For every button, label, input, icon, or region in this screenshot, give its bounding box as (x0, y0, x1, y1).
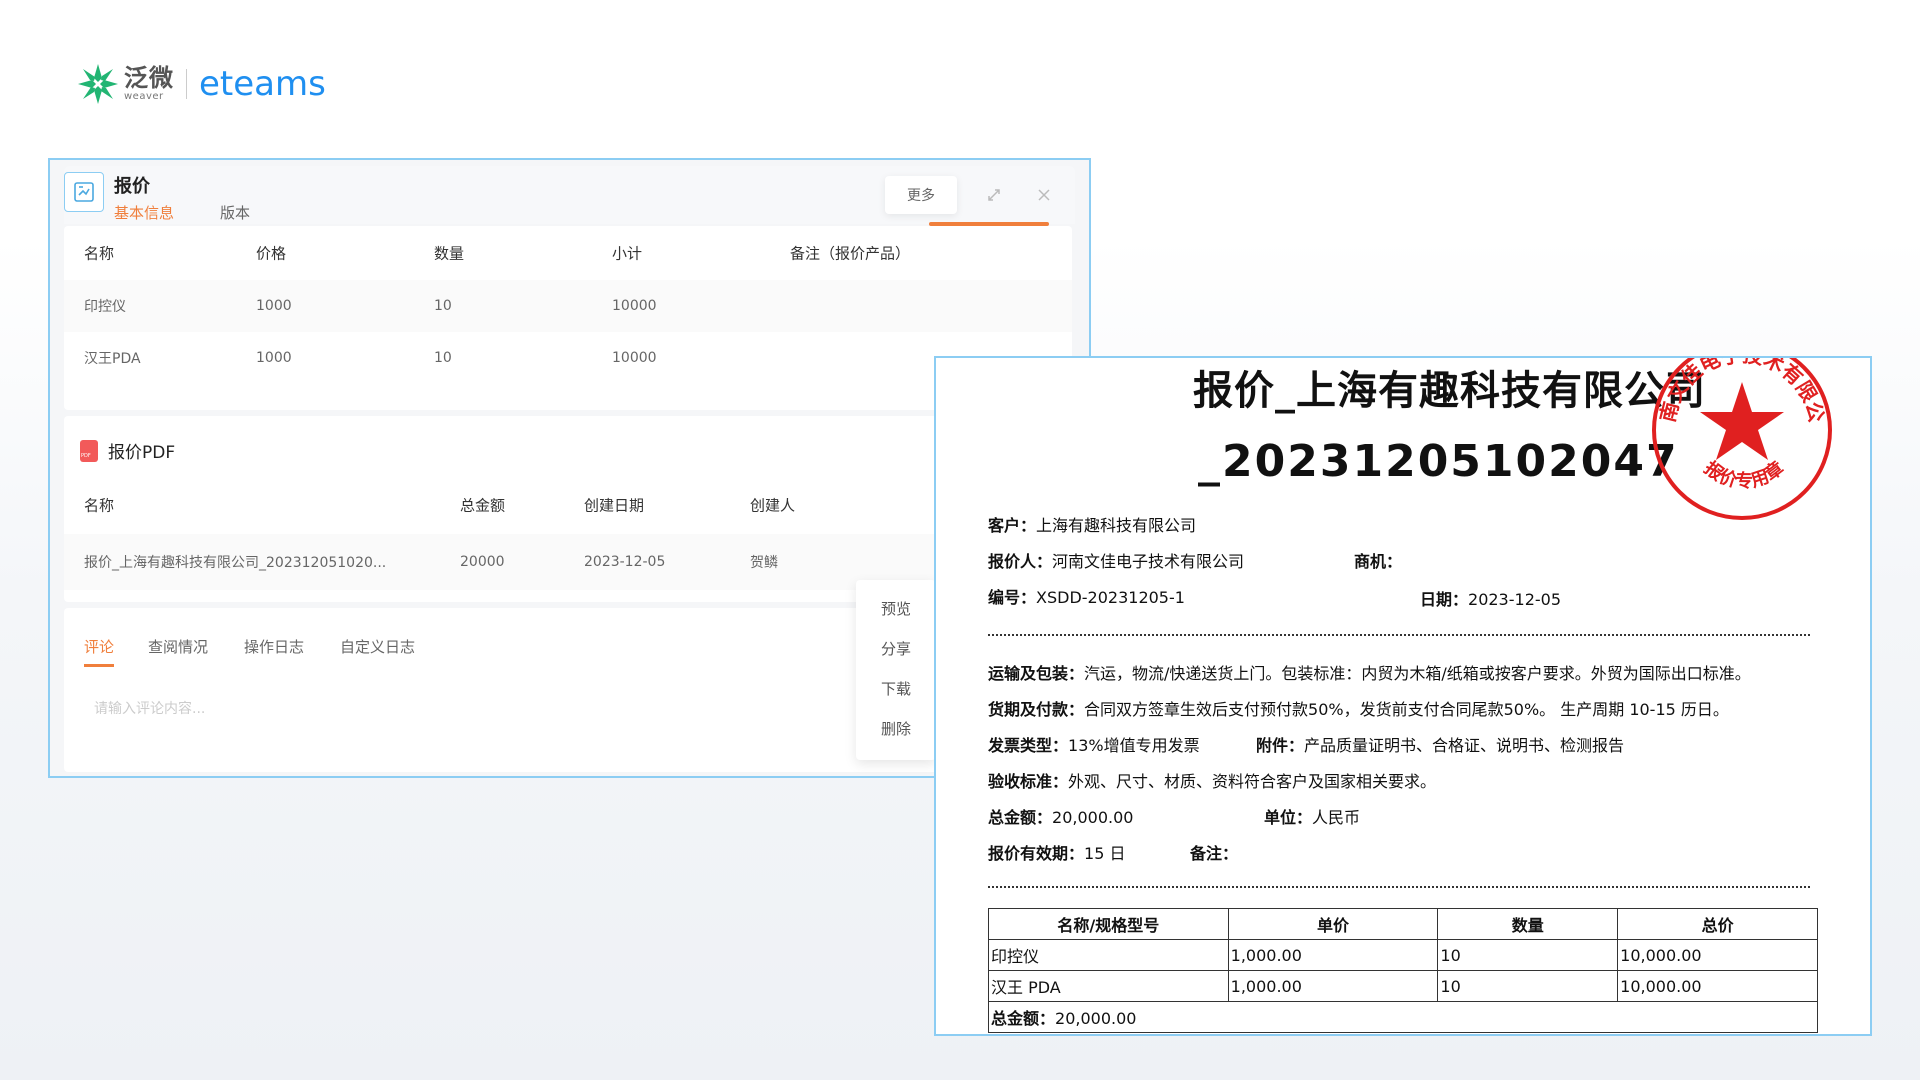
table-row[interactable]: 汉王PDA 1000 10 10000 (64, 332, 1072, 384)
field-payment: 货期及付款：合同双方签章生效后支付预付款50%，发货前支付合同尾款50%。 生产… (988, 700, 1729, 719)
field-invoice: 发票类型：13%增值专用发票 (988, 736, 1200, 755)
field-acceptance: 验收标准：外观、尺寸、材质、资料符合客户及国家相关要求。 (988, 772, 1437, 791)
doc-title-line2: _20231205102047 (1198, 436, 1679, 487)
tab-custom-log[interactable]: 自定义日志 (340, 636, 415, 657)
pdf-file-name[interactable]: 报价_上海有趣科技有限公司_202312051020... (84, 552, 386, 572)
divider-line (988, 886, 1810, 888)
quote-items-table: 名称/规格型号 单价 数量 总价 印控仪 1,000.00 10 10,000.… (988, 908, 1818, 1033)
field-number: 编号：XSDD-20231205-1 (988, 588, 1185, 607)
field-date: 日期：2023-12-05 (1420, 590, 1561, 609)
tab-basic-info[interactable]: 基本信息 (114, 202, 175, 231)
col-name: 名称 (84, 244, 115, 263)
more-button[interactable]: 更多 (885, 176, 957, 214)
field-unit: 单位：人民币 (1264, 808, 1361, 827)
table-total-row: 总金额：20,000.00 (988, 1001, 1818, 1033)
eteams-wordmark: eteams (199, 64, 326, 104)
table-header: 名称 价格 数量 小计 备注（报价产品） (64, 226, 1072, 280)
pdf-section-title: 报价PDF (80, 438, 175, 463)
quote-app-icon (64, 172, 104, 212)
expand-icon[interactable] (983, 184, 1005, 206)
close-icon[interactable] (1033, 184, 1055, 206)
window-title: 报价 (114, 176, 150, 197)
col-price: 价格 (256, 244, 287, 263)
logo-cn-text: 泛微 (124, 64, 174, 92)
field-attachment: 附件：产品质量证明书、合格证、说明书、检测报告 (1256, 736, 1625, 755)
brand-logo: 泛微 weaver eteams (74, 58, 326, 110)
menu-share[interactable]: 分享 (856, 628, 936, 668)
col-subtotal: 小计 (612, 244, 643, 263)
products-table: 名称 价格 数量 小计 备注（报价产品） 印控仪 1000 10 10000 汉… (64, 226, 1072, 410)
col-remark: 备注（报价产品） (790, 244, 911, 263)
tab-read-status[interactable]: 查阅情况 (148, 636, 208, 657)
divider-line (988, 634, 1810, 636)
table-header: 名称/规格型号 单价 数量 总价 (988, 908, 1818, 940)
doc-title-line1: 报价_上海有趣科技有限公司 (1193, 368, 1706, 414)
col-qty: 数量 (434, 244, 465, 263)
window-header: 报价 基本信息 版本 更多 (64, 166, 1075, 231)
field-customer: 客户：上海有趣科技有限公司 (988, 516, 1197, 535)
tab-version[interactable]: 版本 (220, 202, 250, 223)
logo-divider (186, 69, 187, 99)
pdf-icon (80, 439, 98, 462)
svg-text:报价专用章: 报价专用章 (1700, 457, 1788, 492)
menu-download[interactable]: 下载 (856, 668, 936, 708)
menu-preview[interactable]: 预览 (856, 588, 936, 628)
table-row: 印控仪 1,000.00 10 10,000.00 (988, 939, 1818, 971)
logo-en-text: weaver (124, 91, 164, 102)
field-total: 总金额：20,000.00 (988, 808, 1134, 827)
field-quoter: 报价人：河南文佳电子技术有限公司 (988, 552, 1245, 571)
field-shipping: 运输及包装：汽运，物流/快递送货上门。包装标准：内贸为木箱/纸箱或按客户要求。外… (988, 664, 1751, 683)
table-row[interactable]: 印控仪 1000 10 10000 (64, 280, 1072, 332)
weaver-logo-icon (74, 60, 122, 108)
menu-delete[interactable]: 删除 (856, 708, 936, 748)
file-context-menu: 预览 分享 下载 删除 (856, 580, 936, 760)
field-opportunity: 商机： (1354, 552, 1403, 571)
tab-comments[interactable]: 评论 (84, 636, 115, 667)
seal-bottom-text: 报价专用章 (1700, 457, 1788, 492)
pdf-section: 报价PDF 名称 总金额 创建日期 创建人 报价_上海有趣科技有限公司_2023… (64, 416, 1072, 602)
field-validity: 报价有效期：15 日 (988, 844, 1126, 863)
table-row: 汉王 PDA 1,000.00 10 10,000.00 (988, 970, 1818, 1002)
quote-pdf-preview: 报价_上海有趣科技有限公司 _20231205102047 河南文佳电子技术有限… (934, 356, 1872, 1036)
field-remark: 备注： (1190, 844, 1239, 863)
tab-operation-log[interactable]: 操作日志 (244, 636, 304, 657)
company-seal-icon: 河南文佳电子技术有限公司 报价专用章 (1644, 358, 1832, 520)
pdf-table-header: 名称 总金额 创建日期 创建人 (84, 496, 796, 515)
comment-input[interactable]: 请输入评论内容... (94, 698, 205, 718)
